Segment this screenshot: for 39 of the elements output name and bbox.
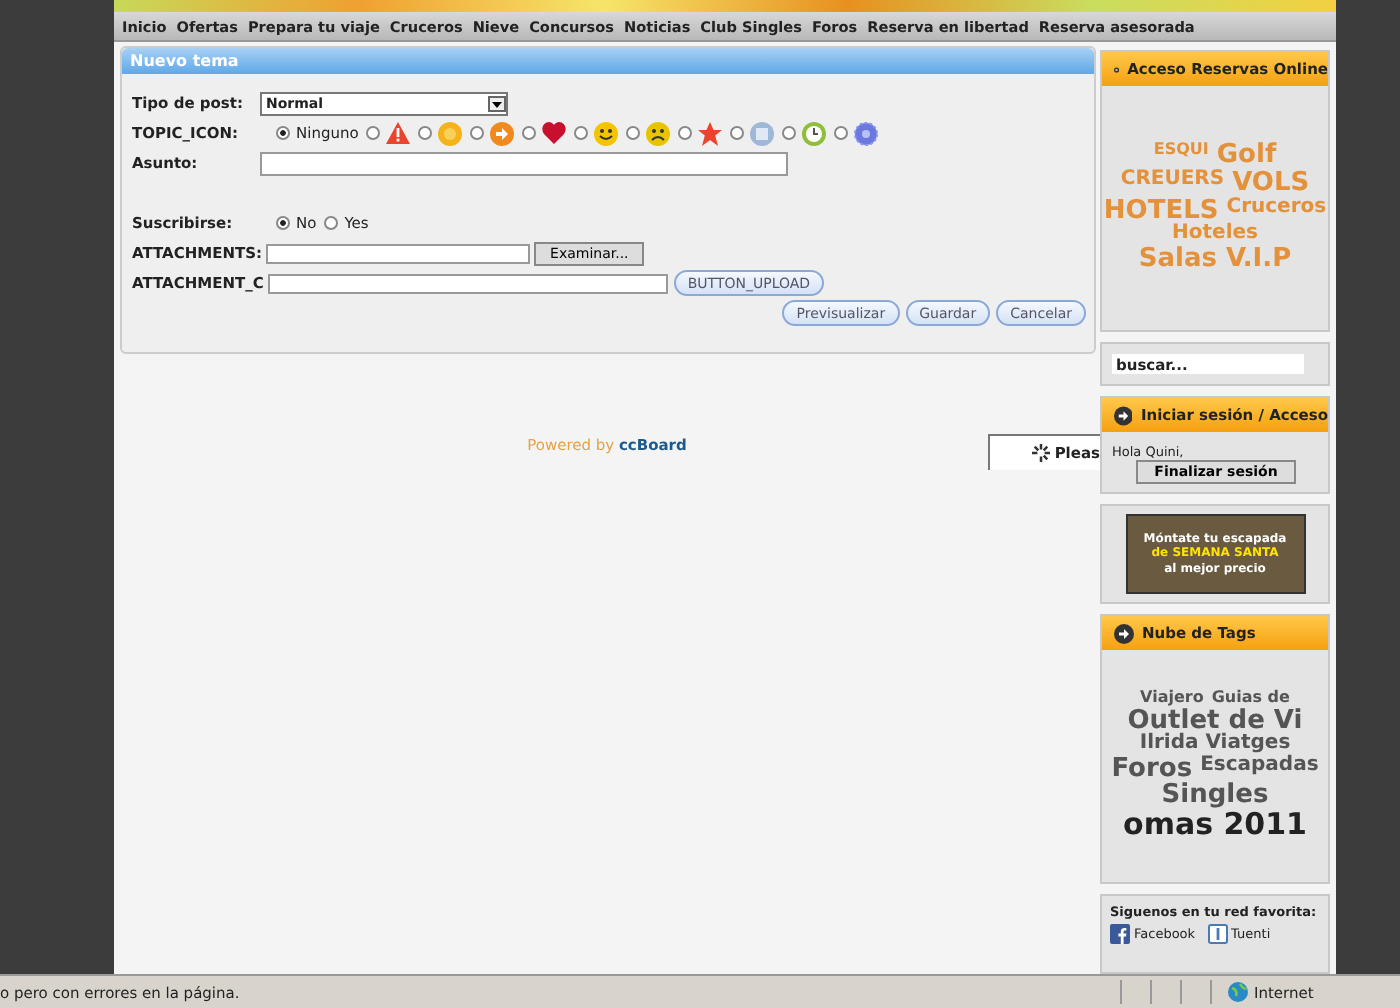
dropdown-arrow-icon — [488, 95, 506, 111]
clock-icon — [802, 121, 827, 145]
radio-button[interactable] — [324, 216, 339, 230]
smiley-icon — [594, 121, 619, 145]
radio-button[interactable] — [418, 126, 433, 140]
radio-button[interactable] — [626, 126, 641, 140]
tuenti-icon — [1207, 924, 1228, 944]
tag-link[interactable]: Outlet de Vi — [1127, 707, 1303, 735]
panel-title: Nuevo tema — [130, 52, 239, 70]
facebook-icon — [1110, 924, 1130, 944]
radio-button[interactable] — [574, 126, 589, 140]
sad-face-icon — [646, 121, 671, 145]
spinner-icon — [1032, 444, 1051, 462]
radio-button[interactable] — [782, 126, 797, 140]
tag-link[interactable]: Foros — [1111, 755, 1193, 783]
radio-button[interactable] — [276, 126, 290, 140]
radio-button[interactable] — [834, 126, 849, 140]
file-input[interactable] — [266, 243, 531, 263]
tag-link[interactable]: omas 2011 — [1123, 810, 1307, 842]
tag-link[interactable]: Viajero — [1140, 690, 1204, 708]
radio-button[interactable] — [678, 126, 693, 140]
text-input[interactable] — [267, 273, 668, 293]
heart-icon — [542, 122, 567, 144]
warning-icon — [386, 122, 411, 144]
radio-button[interactable] — [470, 126, 485, 140]
tag-link[interactable]: Escapadas — [1200, 755, 1319, 783]
radio-button[interactable] — [276, 216, 290, 230]
picture-icon — [750, 121, 775, 145]
coin-icon — [438, 121, 463, 145]
tag-link[interactable]: Ilrida Viatges — [1139, 734, 1291, 756]
gear-icon — [854, 121, 879, 145]
globe-icon — [1228, 982, 1248, 1003]
subject-input[interactable] — [260, 151, 788, 175]
radio-button[interactable] — [366, 126, 381, 140]
radio-button[interactable] — [730, 126, 745, 140]
tag-link[interactable]: Singles — [1161, 782, 1269, 811]
star-icon — [698, 121, 723, 145]
radio-button[interactable] — [522, 126, 537, 140]
tag-link[interactable]: Guias de — [1211, 690, 1290, 708]
